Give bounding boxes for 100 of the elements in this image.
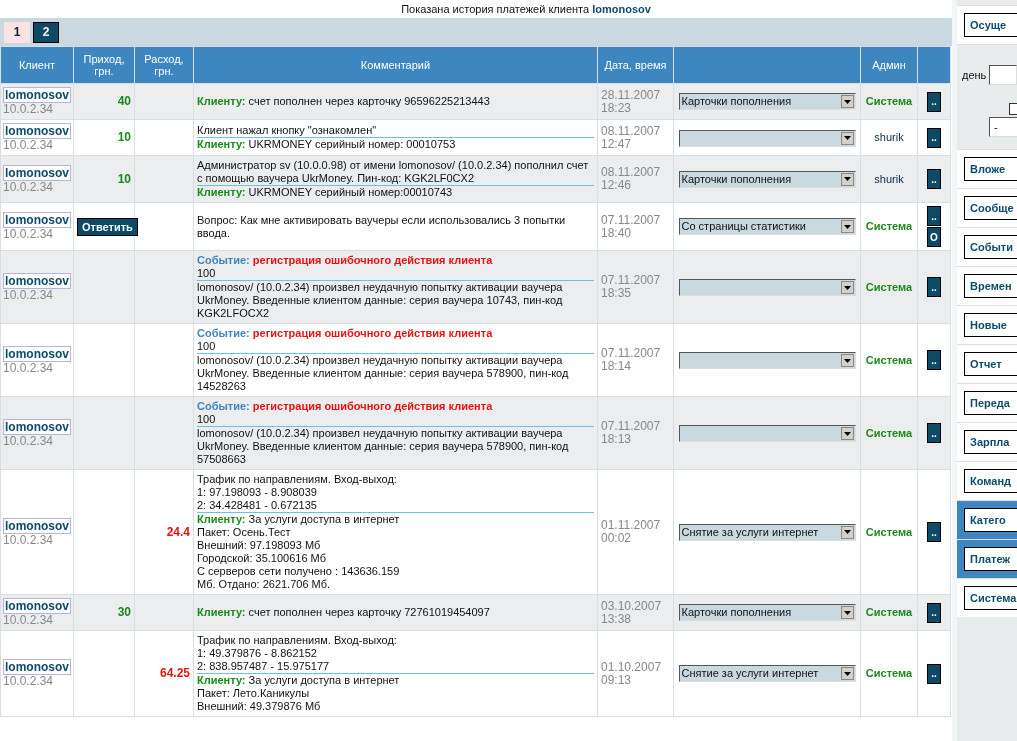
date-text: 08.11.2007 (601, 124, 662, 138)
comment-line: UkrMoney. Введенные клиентом данные: серия ваучера 578900, пин-код (197, 367, 570, 380)
admin-name: Система (865, 426, 913, 439)
comment-line: Клиент нажал кнопку "ознакомлен" (197, 124, 378, 137)
action-button[interactable]: .. (927, 663, 941, 684)
admin-name: Система (865, 667, 913, 679)
ip-address: 10.0.2.34 (3, 228, 55, 241)
action-button[interactable]: .. (927, 423, 941, 443)
comment-line: 57508663 (197, 453, 247, 466)
sidebar-button[interactable]: Переда (964, 391, 1017, 415)
page-button[interactable]: 2 (33, 21, 59, 43)
expense-amount: 64.25 (159, 666, 190, 680)
comment-line: UkrMoney. Введенные клиентом данные: серия ваучера 10743, пин-код (197, 294, 564, 307)
admin-name: Система (865, 353, 913, 366)
comment-line: Пакет: Лето.Каникулы (197, 687, 311, 700)
comment-line: 100 (197, 413, 217, 426)
day-input-field[interactable] (989, 65, 1017, 85)
date-text: 01.11.2007 (601, 519, 662, 532)
category-dropdown[interactable] (678, 425, 856, 443)
time-text: 13:38 (601, 612, 633, 626)
comment-line: UkrMoney. Введенные клиентом данные: серия ваучера 578900, пин-код (197, 440, 570, 453)
income-amount: 10 (117, 171, 131, 186)
column-header: Дата, время (597, 46, 674, 84)
column-header: Админ (860, 46, 918, 84)
comment-line: Пакет: Осень.Тест (197, 526, 292, 539)
category-dropdown[interactable] (678, 279, 856, 297)
action-button[interactable]: .. (927, 350, 941, 370)
sidebar-button[interactable]: Осуще (964, 13, 1017, 37)
client-name-link[interactable]: lomonosov (3, 345, 71, 362)
action-button[interactable]: .. (927, 127, 941, 148)
action-button[interactable]: .. (927, 277, 941, 297)
sidebar-button[interactable]: Событи (964, 235, 1017, 259)
comment-line: 100 (197, 340, 217, 353)
ip-address: 10.0.2.34 (3, 361, 55, 375)
comment-line: 100 (197, 267, 217, 280)
admin-name: shurik (874, 131, 904, 143)
comment-line: Клиенту: За услуги доступа в интернет (197, 674, 401, 687)
client-name-link[interactable]: lomonosov (3, 87, 71, 103)
time-text: 12:47 (601, 137, 633, 151)
admin-name: Система (865, 525, 913, 538)
sidebar-button[interactable]: Вложе (964, 157, 1017, 181)
reply-button[interactable]: Ответить (77, 217, 138, 236)
client-name-link[interactable]: lomonosov (3, 418, 71, 435)
category-dropdown[interactable] (678, 352, 856, 370)
comment-line: Клиенту: За услуги доступа в интернет (197, 513, 401, 526)
comment-line: Событие: регистрация ошибочного действия клиента (197, 254, 494, 267)
sidebar-button[interactable]: Времен (964, 274, 1017, 298)
client-name-link[interactable]: lomonosov (3, 517, 71, 534)
day-label: день (962, 69, 987, 81)
time-text: 18:14 (601, 360, 633, 373)
sidebar-button[interactable]: Отчет (964, 352, 1017, 376)
sidebar-button[interactable]: Новые (964, 313, 1017, 337)
ip-address: 10.0.2.34 (3, 533, 55, 547)
comment-line: Внешний: 97.198093 Мб (197, 539, 322, 552)
date-text: 08.11.2007 (601, 166, 662, 179)
ip-address: 10.0.2.34 (3, 614, 55, 627)
comment-line: С серверов сети получено : 143636.159 (197, 565, 401, 578)
comment-line: Клиенту: UKRMONEY серийный номер: 00010753 (197, 138, 457, 151)
admin-name: Система (865, 220, 913, 232)
action-button[interactable]: .. (927, 522, 941, 542)
date-text: 07.11.2007 (601, 213, 662, 227)
sidebar-button[interactable]: Платеж (964, 547, 1017, 571)
client-name-link[interactable]: lomonosov (3, 164, 71, 181)
sidebar-button[interactable]: Сообще (964, 196, 1017, 220)
action-button[interactable]: .. (927, 206, 941, 226)
sidebar-button[interactable]: Система (964, 586, 1017, 610)
page-button[interactable]: 1 (4, 21, 30, 43)
category-dropdown[interactable]: Карточки пополнения (678, 604, 856, 621)
action-button[interactable]: .. (927, 91, 941, 112)
client-name-link[interactable]: lomonosov (3, 212, 71, 228)
category-dropdown[interactable]: Со страницы статистики (678, 218, 856, 235)
category-dropdown[interactable]: Снятие за услуги интернет (678, 523, 856, 541)
expense-amount: 24.4 (166, 524, 190, 539)
category-dropdown[interactable] (678, 129, 856, 147)
date-text: 07.11.2007 (601, 274, 662, 287)
category-dropdown[interactable]: Карточки пополнения (678, 170, 856, 188)
admin-name: Система (865, 606, 913, 618)
client-name-link[interactable]: lomonosov (3, 598, 71, 614)
comment-line: Вопрос: Как мне активировать ваучеры если использовались 3 попытки (197, 213, 567, 227)
comment-line: Событие: регистрация ошибочного действия клиента (197, 327, 494, 340)
date-text: 28.11.2007 (601, 88, 662, 102)
period-dropdown[interactable]: - (989, 117, 1017, 137)
time-text: 00:02 (601, 532, 633, 545)
client-name-link[interactable]: lomonosov (3, 659, 71, 675)
action-button[interactable]: O (927, 227, 941, 247)
category-dropdown[interactable]: Карточки пополнения (678, 93, 856, 110)
client-name-link[interactable]: lomonosov (3, 123, 71, 139)
ip-address: 10.0.2.34 (3, 103, 55, 116)
sidebar-button[interactable]: Команд (964, 469, 1017, 493)
column-header: Комментарий (193, 46, 598, 84)
sidebar-button[interactable]: Зарпла (964, 430, 1017, 454)
comment-line: 2: 34.428481 - 0.672135 (197, 499, 318, 512)
comment-line: lomonosov/ (10.0.2.34) произвел неудачную попытку активации ваучера (197, 427, 564, 440)
action-button[interactable]: .. (927, 602, 941, 623)
client-name-link[interactable]: lomonosov (3, 272, 71, 289)
time-text: 18:40 (601, 226, 633, 240)
comment-line: 1: 97.198093 - 8.908039 (197, 486, 318, 499)
category-dropdown[interactable]: Снятие за услуги интернет (678, 665, 856, 682)
action-button[interactable]: .. (927, 169, 941, 189)
sidebar-button[interactable]: Катего (964, 508, 1017, 532)
